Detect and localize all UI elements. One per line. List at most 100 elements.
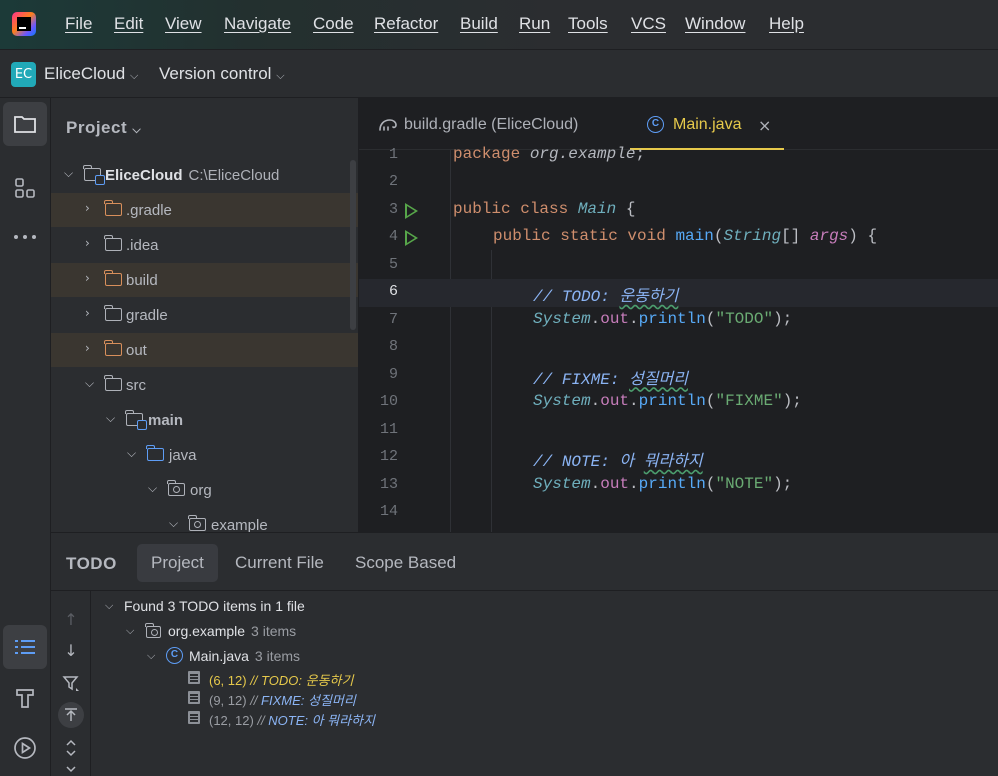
code-line-10[interactable]: 10 System.out.println("FIXME"); — [359, 389, 998, 417]
code-line-13[interactable]: 13 System.out.println("NOTE"); — [359, 472, 998, 500]
todo-item-row[interactable]: (9, 12) // FIXME: 성질머리 — [101, 688, 501, 710]
chevron-down-icon[interactable]: ⌵ — [105, 599, 113, 613]
keyword: public class — [453, 199, 569, 218]
tab-todo-project[interactable]: Project — [137, 544, 218, 582]
note-text: 뭐라하지 — [643, 453, 703, 471]
menu-run[interactable]: Run — [519, 14, 550, 34]
tree-row-gradle-dir[interactable]: › .gradle — [51, 193, 358, 227]
tab-todo-current-file[interactable]: Current File — [221, 544, 338, 582]
structure-tool-button[interactable] — [3, 166, 47, 210]
tree-row-src[interactable]: ⌵ src — [51, 368, 358, 402]
expand-all-icon[interactable] — [58, 735, 84, 761]
code-line-14[interactable]: 14 — [359, 499, 998, 532]
project-title-label: Project — [66, 118, 128, 137]
code-line-7[interactable]: 7 System.out.println("TODO"); — [359, 307, 998, 335]
todo-comment-text: NOTE: 아 뭐라하지 — [268, 713, 376, 728]
collapse-all-icon[interactable] — [58, 763, 84, 776]
tree-row-build[interactable]: › build — [51, 263, 358, 297]
todo-item-row[interactable]: (12, 12) // NOTE: 아 뭐라하지 — [101, 708, 501, 730]
tree-row-root[interactable]: ⌵ EliceCloud C:\EliceCloud — [51, 158, 358, 192]
vcs-switcher[interactable]: Version control ⌵ — [159, 64, 285, 84]
chevron-down-icon[interactable]: ⌵ — [126, 624, 134, 638]
tree-row-out[interactable]: › out — [51, 333, 358, 367]
more-tools-button[interactable] — [3, 215, 47, 259]
tree-row-idea[interactable]: › .idea — [51, 228, 358, 262]
menu-help[interactable]: Help — [769, 14, 804, 34]
code-line-8[interactable]: 8 — [359, 334, 998, 362]
code-line-6[interactable]: 6 // TODO: 운동하기 — [359, 279, 998, 307]
tree-row-example[interactable]: ⌵ example — [51, 508, 358, 532]
project-switcher[interactable]: EliceCloud ⌵ — [44, 64, 138, 84]
chevron-down-icon[interactable]: ⌵ — [127, 446, 141, 460]
java-class-icon: C — [647, 116, 664, 133]
class-name: System — [533, 474, 591, 493]
code-line-11[interactable]: 11 — [359, 417, 998, 445]
chevron-down-icon[interactable]: ⌵ — [85, 376, 99, 390]
previous-todo-icon[interactable]: ↑ — [58, 606, 84, 632]
tree-label: EliceCloud C:\EliceCloud — [105, 167, 280, 184]
menu-edit[interactable]: Edit — [114, 14, 143, 34]
menu-view[interactable]: View — [165, 14, 202, 34]
run-gutter-icon[interactable] — [405, 202, 418, 219]
todo-file-row[interactable]: ⌵ C Main.java 3 items — [101, 646, 501, 668]
line-number: 11 — [379, 420, 398, 438]
menu-file[interactable]: File — [65, 14, 92, 34]
todo-location: (12, 12) — [209, 713, 254, 728]
tree-row-main[interactable]: ⌵ main — [51, 403, 358, 437]
menu-tools[interactable]: Tools — [568, 14, 608, 34]
tree-row-java[interactable]: ⌵ java — [51, 438, 358, 472]
menu-refactor[interactable]: Refactor — [374, 14, 438, 34]
chevron-down-icon[interactable]: ⌵ — [64, 166, 78, 180]
menu-window[interactable]: Window — [685, 14, 745, 34]
filter-icon[interactable] — [58, 670, 84, 696]
build-tool-button[interactable] — [3, 676, 47, 720]
project-tool-button[interactable] — [3, 102, 47, 146]
chevron-right-icon[interactable]: › — [85, 306, 99, 320]
chevron-down-icon[interactable]: ⌵ — [148, 481, 162, 495]
code-line-4[interactable]: 4 public static void main(String[] args)… — [359, 224, 998, 252]
todo-text: 운동하기 — [619, 288, 679, 306]
services-tool-button[interactable] — [3, 726, 47, 770]
chevron-down-icon[interactable]: ⌵ — [147, 649, 155, 663]
menu-build[interactable]: Build — [460, 14, 498, 34]
menu-code[interactable]: Code — [313, 14, 354, 34]
todo-tool-button[interactable] — [3, 625, 47, 669]
code-line-1[interactable]: 1 package org.example; — [359, 142, 998, 168]
line-number: 7 — [388, 310, 398, 328]
code-line-5[interactable]: 5 — [359, 252, 998, 280]
chevron-down-icon[interactable]: ⌵ — [106, 411, 120, 425]
chevron-right-icon[interactable]: › — [85, 201, 99, 215]
close-tab-icon[interactable]: × — [758, 116, 771, 135]
project-scrollbar[interactable] — [350, 160, 356, 330]
code-line-2[interactable]: 2 — [359, 169, 998, 197]
tree-row-org[interactable]: ⌵ org — [51, 473, 358, 507]
tab-label: build.gradle (EliceCloud) — [404, 116, 579, 133]
array-brackets: [] — [781, 227, 810, 245]
code-line-9[interactable]: 9 // FIXME: 성질머리 — [359, 362, 998, 390]
parameter: args — [809, 227, 849, 245]
chevron-right-icon[interactable]: › — [85, 271, 99, 285]
project-panel-title[interactable]: Project ⌵ — [66, 118, 141, 138]
chevron-down-icon[interactable]: ⌵ — [169, 516, 183, 530]
menu-vcs[interactable]: VCS — [631, 14, 666, 34]
dot: . — [590, 309, 601, 328]
todo-item-icon — [188, 691, 200, 704]
todo-list-icon — [15, 640, 35, 654]
code-line-3[interactable]: 3 public class Main { — [359, 197, 998, 225]
scroll-from-source-icon[interactable] — [58, 702, 84, 728]
package-icon — [145, 623, 161, 638]
todo-item-row[interactable]: (6, 12) // TODO: 운동하기 — [101, 668, 501, 690]
project-badge[interactable]: EC — [11, 62, 36, 87]
menu-navigate[interactable]: Navigate — [224, 14, 291, 34]
tab-todo-scope-based[interactable]: Scope Based — [341, 544, 470, 582]
intellij-logo-icon[interactable] — [12, 12, 36, 36]
code-line-12[interactable]: 12 // NOTE: 아 뭐라하지 — [359, 444, 998, 472]
line-number: 13 — [379, 475, 398, 493]
chevron-right-icon[interactable]: › — [85, 236, 99, 250]
todo-summary-row[interactable]: ⌵ Found 3 TODO items in 1 file — [101, 596, 501, 618]
todo-package-row[interactable]: ⌵ org.example 3 items — [101, 621, 501, 643]
chevron-right-icon[interactable]: › — [85, 341, 99, 355]
next-todo-icon[interactable]: ↓ — [58, 637, 84, 663]
tree-row-gradle[interactable]: › gradle — [51, 298, 358, 332]
run-gutter-icon[interactable] — [405, 230, 418, 246]
